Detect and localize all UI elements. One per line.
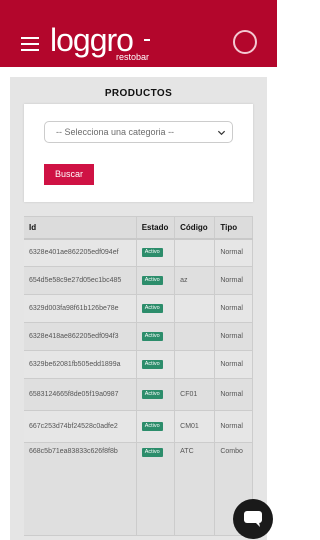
cell-codigo: [174, 294, 216, 323]
cell-estado: Activo: [136, 238, 176, 267]
hamburger-menu-icon[interactable]: [21, 37, 39, 51]
cell-id: 6583124665f8de05f19a0987: [24, 378, 137, 411]
cell-tipo: Normal: [214, 238, 253, 267]
cell-tipo: Normal: [214, 294, 253, 323]
cell-id: 6328e401ae862205edf094ef: [24, 238, 137, 267]
cell-id: 668c5b71ea83833c626f8f8b: [24, 442, 137, 536]
cell-id: 667c253d74bf24528c0adfe2: [24, 410, 137, 443]
cell-codigo: [174, 238, 216, 267]
page-title: PRODUCTOS: [104, 88, 173, 99]
logo: loggro restobar: [50, 24, 152, 64]
cell-tipo: Normal: [214, 322, 253, 351]
chevron-down-icon: [217, 130, 226, 136]
cell-estado: Activo: [136, 294, 176, 323]
logo-subtitle: restobar: [116, 52, 150, 62]
chat-button[interactable]: [233, 499, 273, 539]
category-select-value: -- Selecciona una categoria --: [56, 127, 175, 137]
cell-id: 6329d003fa98f61b126be78e: [24, 294, 137, 323]
status-badge: Activo: [141, 390, 163, 399]
logo-dash: [144, 39, 150, 41]
cell-estado: Activo: [136, 322, 176, 351]
table-row[interactable]: 6329be62081fb505edd1899a Activo Normal: [24, 350, 253, 379]
cell-codigo: CM01: [174, 410, 216, 443]
column-header-tipo[interactable]: Tipo: [214, 216, 253, 240]
cell-tipo: Normal: [214, 266, 253, 295]
app-header: loggro restobar: [0, 0, 277, 67]
cell-estado: Activo: [136, 378, 176, 411]
cell-tipo: Normal: [214, 350, 253, 379]
user-avatar-icon[interactable]: [233, 30, 257, 54]
status-badge: Activo: [141, 360, 163, 369]
cell-id: 6329be62081fb505edd1899a: [24, 350, 137, 379]
table-row[interactable]: 654d5e58c9e27d05ec1bc485 Activo az Norma…: [24, 266, 253, 295]
status-badge: Activo: [141, 448, 163, 457]
cell-codigo: [174, 350, 216, 379]
table-row[interactable]: 668c5b71ea83833c626f8f8b Activo ATC Comb…: [24, 442, 253, 536]
table-row[interactable]: 6583124665f8de05f19a0987 Activo CF01 Nor…: [24, 378, 253, 411]
cell-codigo: az: [174, 266, 216, 295]
cell-id: 6328e418ae862205edf094f3: [24, 322, 137, 351]
table-row[interactable]: 6328e401ae862205edf094ef Activo Normal: [24, 238, 253, 267]
status-badge: Activo: [141, 248, 163, 258]
cell-estado: Activo: [136, 410, 176, 443]
cell-codigo: CF01: [174, 378, 216, 411]
cell-id: 654d5e58c9e27d05ec1bc485: [24, 266, 137, 295]
cell-estado: Activo: [136, 442, 176, 536]
status-badge: Activo: [141, 422, 163, 431]
column-header-estado[interactable]: Estado: [136, 216, 176, 240]
cell-codigo: ATC: [174, 442, 216, 536]
cell-tipo: Normal: [214, 378, 253, 411]
table-header-row: Id Estado Código Tipo: [24, 216, 253, 240]
chat-icon: [244, 511, 262, 527]
column-header-codigo[interactable]: Código: [174, 216, 216, 240]
table-row[interactable]: 6329d003fa98f61b126be78e Activo Normal: [24, 294, 253, 323]
column-header-id[interactable]: Id: [24, 216, 137, 240]
category-select[interactable]: -- Selecciona una categoria --: [44, 121, 233, 143]
cell-tipo: Normal: [214, 410, 253, 443]
status-badge: Activo: [141, 332, 163, 341]
products-table: Id Estado Código Tipo 6328e401ae862205ed…: [24, 216, 253, 540]
filter-card: -- Selecciona una categoria -- Buscar: [24, 104, 253, 202]
status-badge: Activo: [141, 304, 163, 313]
table-row[interactable]: 6328e418ae862205edf094f3 Activo Normal: [24, 322, 253, 351]
cell-codigo: [174, 322, 216, 351]
search-button[interactable]: Buscar: [44, 164, 94, 185]
status-badge: Activo: [141, 276, 163, 285]
cell-estado: Activo: [136, 350, 176, 379]
table-row[interactable]: 667c253d74bf24528c0adfe2 Activo CM01 Nor…: [24, 410, 253, 443]
cell-estado: Activo: [136, 266, 176, 295]
